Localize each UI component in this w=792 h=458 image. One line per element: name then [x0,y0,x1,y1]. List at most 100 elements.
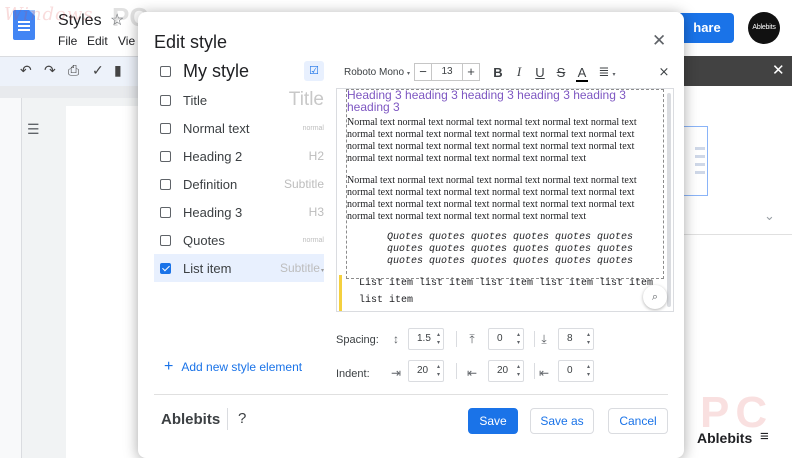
add-style-element-link[interactable]: + Add new style element [164,358,303,375]
save-as-button[interactable]: Save as [530,408,594,434]
avatar[interactable]: Ablebits [748,12,780,44]
space-after-icon: ⤓ [541,332,547,346]
space-before-stepper[interactable]: 0 [488,328,524,350]
outline-icon[interactable]: ☰ [27,121,40,138]
help-button[interactable]: ? [238,410,246,427]
bold-button[interactable]: B [488,65,508,80]
style-name: Definition [183,176,238,192]
preview-heading-3: Heading 3 heading 3 heading 3 heading 3 … [347,88,626,114]
spellcheck-icon[interactable]: ✓ [92,62,104,79]
checkbox[interactable] [160,94,171,106]
vertical-ruler [0,98,22,458]
style-item-my-style[interactable]: My style [154,56,324,86]
brand-logo: Ablebits [161,411,221,428]
style-hint: normal [302,124,324,132]
divider [534,363,535,379]
caret-down-icon: ▾ [320,268,324,274]
indent-left-icon: ⇥ [390,366,402,380]
checkbox[interactable] [160,206,171,218]
align-button[interactable]: ≣ ▾ [593,64,621,80]
checkbox-checked[interactable] [160,262,171,274]
menu-edit[interactable]: Edit [87,34,108,48]
chevron-down-icon[interactable]: ⌄ [764,208,775,224]
style-name: Heading 3 [183,204,243,220]
style-name: Title [183,92,208,108]
indent-label: Indent: [336,368,370,380]
menu-view[interactable]: Vie [118,34,135,48]
menu-file[interactable]: File [58,34,77,48]
watermark-text: Windows [4,4,94,25]
add-element-label: Add new style element [181,360,303,374]
close-icon[interactable]: ✕ [652,31,666,51]
sidebar-close-icon[interactable]: ✕ [772,61,785,79]
style-item-heading-2[interactable]: Heading 2 H2 [154,142,324,170]
divider [227,408,228,430]
style-item-list-item[interactable]: List item Subtitle▾ [154,254,324,282]
font-select[interactable]: Roboto Mono ▾ [338,67,414,78]
line-spacing-icon: ↕ [393,332,399,346]
redo-icon[interactable]: ↷ [44,62,56,79]
style-hint-dropdown[interactable]: Subtitle▾ [280,261,324,275]
space-after-stepper[interactable]: 8 [558,328,594,350]
underline-button[interactable]: U [530,65,550,80]
save-button[interactable]: Save [468,408,518,434]
clear-formatting-icon[interactable]: ⨯ [654,64,674,80]
cancel-button[interactable]: Cancel [608,408,668,434]
caret-down-icon: ▾ [612,72,616,78]
font-size-increase-button[interactable]: + [462,63,480,81]
spacing-label: Spacing: [336,334,379,346]
preview-scrollbar[interactable] [667,93,671,307]
divider [456,331,457,347]
checklist-icon[interactable]: ☑ [304,61,324,81]
text-color-button[interactable]: A [572,65,592,82]
print-icon[interactable]: ⎙ [68,62,79,79]
checkbox[interactable] [160,65,171,77]
italic-button[interactable]: I [509,64,529,80]
watermark-pc-bottom: PC [700,388,774,437]
style-name: My style [183,60,250,81]
style-list: My style Title Title Normal text normal … [154,56,324,282]
style-name: List item [183,260,232,276]
style-hint: normal [302,236,324,244]
style-name: Quotes [183,232,225,248]
font-select-value: Roboto Mono [344,66,405,78]
footer-divider [154,394,668,395]
preview-quotes: Quotes quotes quotes quotes quotes quote… [387,232,634,267]
first-line-indent-stepper[interactable]: 20 [488,360,524,382]
format-toolbar: Roboto Mono ▾ − 13 + B I U S A ≣ ▾ ⨯ [338,60,674,84]
indent-right-stepper[interactable]: 0 [558,360,594,382]
checkbox[interactable] [160,234,171,246]
indent-right-icon: ⇤ [538,366,550,380]
strikethrough-button[interactable]: S [551,65,571,80]
style-item-quotes[interactable]: Quotes normal [154,226,324,254]
zoom-icon[interactable]: ⌕ [643,285,667,309]
checkbox[interactable] [160,150,171,162]
style-item-definition[interactable]: Definition Subtitle [154,170,324,198]
edit-style-dialog: Edit style ✕ My style Title Title Normal… [138,12,684,458]
divider [534,331,535,347]
line-spacing-stepper[interactable]: 1.5 [408,328,444,350]
preview-normal-text: Normal text normal text normal text norm… [347,117,637,164]
indent-left-stepper[interactable]: 20 [408,360,444,382]
paint-format-icon[interactable]: ▮ [114,62,122,79]
style-item-title[interactable]: Title Title [154,86,324,114]
align-justify-icon: ≣ [598,64,610,79]
style-name: Heading 2 [183,148,243,164]
font-size-input[interactable]: 13 [432,63,462,81]
plus-icon: + [164,358,174,375]
caret-down-icon: ▾ [407,70,411,77]
style-hint: H2 [308,149,324,163]
undo-icon[interactable]: ↶ [20,62,32,79]
share-button[interactable]: hare [680,13,734,43]
style-item-heading-3[interactable]: Heading 3 H3 [154,198,324,226]
style-item-normal-text[interactable]: Normal text normal [154,114,324,142]
style-hint: Subtitle [279,261,320,275]
space-before-icon: ⤒ [469,332,475,346]
font-size-decrease-button[interactable]: − [414,63,432,81]
style-hint: Title [288,89,324,110]
checkbox[interactable] [160,122,171,134]
style-name: Normal text [183,120,250,136]
checkbox[interactable] [160,178,171,190]
dialog-title: Edit style [154,32,228,52]
style-preview: Heading 3 heading 3 heading 3 heading 3 … [336,88,674,312]
